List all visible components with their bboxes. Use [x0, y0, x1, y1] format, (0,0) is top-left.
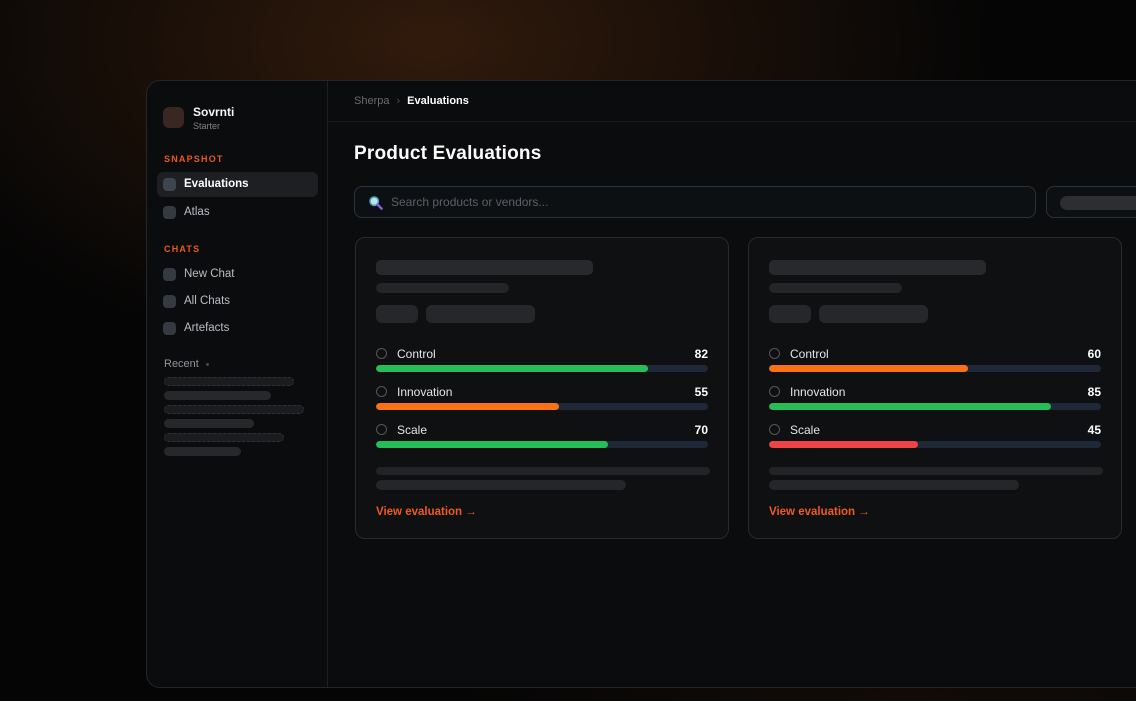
recent-chat-skeleton	[164, 433, 284, 442]
workspace-name: Sovrnti	[193, 105, 234, 119]
workspace-switcher[interactable]: Sovrnti Starter	[163, 105, 313, 145]
card-footnote-skeleton	[376, 480, 626, 490]
metric-row-scale: Scale 45	[769, 423, 1101, 453]
metric-label: Scale	[790, 423, 820, 437]
metric-bar-track	[769, 403, 1101, 410]
evaluation-card: Control 60 Innovation 85 Scale 45	[748, 237, 1122, 539]
metric-value: 70	[695, 423, 708, 437]
sidebar-item-label: All Chats	[184, 295, 230, 307]
breadcrumb-parent-link[interactable]: Sherpa	[354, 95, 389, 107]
metric-bar-fill	[769, 441, 918, 448]
card-tag-skeleton	[819, 305, 928, 323]
card-tag-skeleton	[769, 305, 811, 323]
card-tag-skeleton	[426, 305, 535, 323]
metric-value: 85	[1088, 385, 1101, 399]
sidebar-item-label: Atlas	[184, 206, 210, 218]
metric-label: Innovation	[790, 385, 845, 399]
metric-bar-fill	[376, 403, 559, 410]
sidebar-item-artefacts[interactable]: Artefacts	[157, 316, 318, 341]
metric-value: 60	[1088, 347, 1101, 361]
metric-label: Control	[790, 347, 829, 361]
metric-value: 55	[695, 385, 708, 399]
recent-chat-skeleton	[164, 405, 304, 414]
recent-chat-skeleton	[164, 447, 241, 456]
metric-bar-track	[376, 441, 708, 448]
metric-bar-fill	[376, 365, 648, 372]
metric-circle-icon	[376, 386, 387, 397]
sidebar-item-new-chat[interactable]: New Chat	[157, 262, 318, 287]
breadcrumb: Sherpa › Evaluations	[354, 95, 469, 107]
metric-value: 45	[1088, 423, 1101, 437]
page-title: Product Evaluations	[354, 143, 542, 165]
card-subtitle-skeleton	[376, 283, 509, 293]
recent-chat-skeleton	[164, 391, 271, 400]
filter-skeleton	[1060, 196, 1136, 210]
main-content: Sherpa › Evaluations Product Evaluations C…	[328, 81, 1136, 687]
all-chats-icon	[163, 295, 176, 308]
card-footnote-skeleton	[769, 467, 1103, 475]
recent-chat-skeleton	[164, 377, 294, 386]
search-box	[354, 186, 1036, 218]
metric-circle-icon	[376, 348, 387, 359]
metric-bar-track	[769, 365, 1101, 372]
metric-value: 82	[695, 347, 708, 361]
metric-circle-icon	[769, 386, 780, 397]
card-title-skeleton	[376, 260, 593, 275]
metric-label: Scale	[397, 423, 427, 437]
card-title-skeleton	[769, 260, 986, 275]
atlas-icon	[163, 206, 176, 219]
sidebar: Sovrnti Starter SNAPSHOT Evaluations Atl…	[147, 81, 328, 687]
metric-bar-track	[769, 441, 1101, 448]
metric-row-innovation: Innovation 85	[769, 385, 1101, 415]
section-label-snapshot: SNAPSHOT	[164, 154, 224, 164]
search-input[interactable]	[391, 187, 1027, 217]
recent-header: Recent	[164, 358, 209, 370]
sidebar-item-atlas[interactable]: Atlas	[157, 200, 318, 225]
evaluations-icon	[163, 178, 176, 191]
card-footnote-skeleton	[376, 467, 710, 475]
recent-chat-skeleton	[164, 419, 254, 428]
metric-row-innovation: Innovation 55	[376, 385, 708, 415]
view-evaluation-link[interactable]: View evaluation →	[769, 506, 870, 518]
view-evaluation-link[interactable]: View evaluation →	[376, 506, 477, 518]
card-subtitle-skeleton	[769, 283, 902, 293]
artefacts-icon	[163, 322, 176, 335]
metric-circle-icon	[769, 348, 780, 359]
metric-row-scale: Scale 70	[376, 423, 708, 453]
metric-circle-icon	[376, 424, 387, 435]
metric-label: Innovation	[397, 385, 452, 399]
card-tag-skeleton	[376, 305, 418, 323]
recent-loading-dot	[206, 363, 209, 366]
breadcrumb-separator: ›	[396, 95, 400, 107]
workspace-logo	[163, 107, 184, 128]
breadcrumb-current: Evaluations	[407, 95, 469, 107]
metric-bar-fill	[769, 403, 1051, 410]
sidebar-item-all-chats[interactable]: All Chats	[157, 289, 318, 314]
metric-bar-track	[376, 365, 708, 372]
metric-bar-fill	[376, 441, 608, 448]
magnifier-icon	[368, 195, 384, 211]
filter-dropdown[interactable]	[1046, 186, 1136, 218]
metric-circle-icon	[769, 424, 780, 435]
workspace-plan-badge: Starter	[193, 121, 220, 131]
metric-row-control: Control 60	[769, 347, 1101, 377]
sidebar-item-evaluations[interactable]: Evaluations	[157, 172, 318, 197]
metric-bar-track	[376, 403, 708, 410]
desktop-background: { "brand": { "name": "Sovrnti", "plan": …	[0, 0, 1136, 701]
sidebar-item-label: Artefacts	[184, 322, 229, 334]
evaluation-card: Control 82 Innovation 55 Scale 70	[355, 237, 729, 539]
sidebar-item-label: Evaluations	[184, 178, 249, 190]
metric-bar-fill	[769, 365, 968, 372]
metric-row-control: Control 82	[376, 347, 708, 377]
breadcrumb-bar: Sherpa › Evaluations	[328, 81, 1136, 122]
sidebar-item-label: New Chat	[184, 268, 235, 280]
new-chat-icon	[163, 268, 176, 281]
section-label-chats: CHATS	[164, 244, 200, 254]
metric-label: Control	[397, 347, 436, 361]
app-window: Sovrnti Starter SNAPSHOT Evaluations Atl…	[146, 80, 1136, 688]
card-footnote-skeleton	[769, 480, 1019, 490]
